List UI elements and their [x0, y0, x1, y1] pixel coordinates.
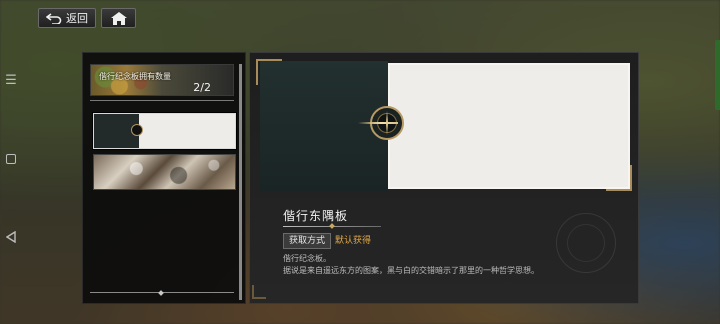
list-scrollbar[interactable]: [239, 64, 242, 300]
source-value: 默认获得: [335, 236, 372, 246]
menu-icon[interactable]: ☰: [4, 74, 18, 88]
home-button[interactable]: [101, 8, 136, 28]
name-underline-marker: [329, 223, 335, 229]
thumb-light-half: [139, 114, 235, 148]
preview-needle-vertical: [386, 111, 388, 135]
home-icon: [110, 11, 127, 25]
ornament-corner-bottom-right: [606, 165, 632, 191]
description-line-2: 据说是来自遥远东方的图案，黑与白的交错暗示了那里的一种哲学思想。: [283, 266, 539, 275]
emblem-watermark: [556, 213, 616, 273]
preview-needle: [358, 122, 398, 124]
board-preview: [260, 61, 632, 191]
detail-panel: 偕行东隅板 获取方式 默认获得 偕行纪念板。 据说是来自遥远东方的图案，黑与白的…: [249, 52, 639, 304]
preview-light-half: [388, 63, 630, 189]
collection-list-panel: 偕行纪念板拥有数量 2/2: [82, 52, 246, 304]
collection-title: 偕行纪念板拥有数量: [99, 72, 171, 81]
back-label: 返回: [66, 12, 88, 25]
board-name: 偕行东隅板: [283, 209, 349, 223]
return-arrow-icon: [46, 13, 62, 24]
list-item-east-board[interactable]: [92, 112, 237, 150]
side-edge-tab[interactable]: [715, 40, 720, 110]
back-button[interactable]: 返回: [38, 8, 96, 28]
collection-count: 2/2: [193, 81, 211, 94]
thumb-artwork: [94, 155, 235, 189]
source-label: 获取方式: [283, 233, 332, 249]
ornament-corner-bottom-left: [252, 285, 266, 299]
collection-header: 偕行纪念板拥有数量 2/2: [90, 64, 234, 96]
triangle-back-icon[interactable]: [4, 230, 18, 244]
thumb-emblem: [131, 124, 143, 136]
square-home-icon[interactable]: [4, 152, 18, 166]
list-item-second-board[interactable]: [93, 154, 236, 190]
system-nav-bar: ☰: [0, 40, 22, 280]
ornament-corner-top-left: [256, 59, 282, 85]
source-row: 获取方式 默认获得: [283, 233, 371, 249]
header-divider: [90, 100, 234, 101]
description-line-1: 偕行纪念板。: [283, 254, 331, 263]
